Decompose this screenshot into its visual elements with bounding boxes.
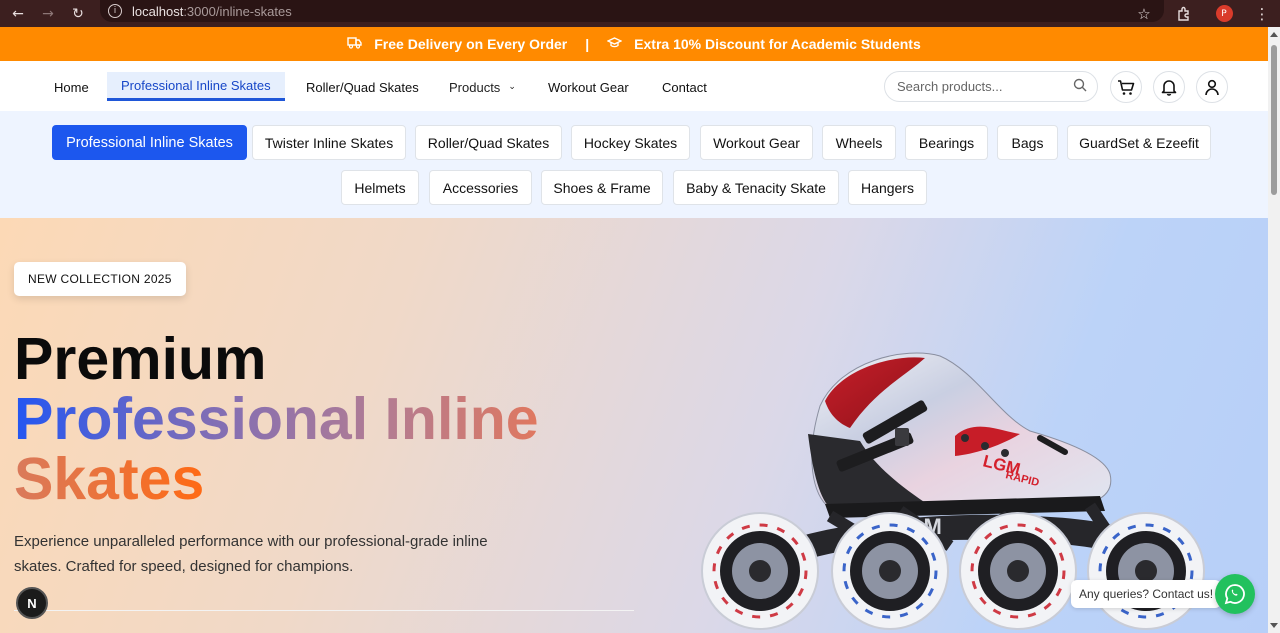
- chevron-down-icon: ⌄: [508, 82, 516, 92]
- nav-roller-quad-skates[interactable]: Roller/Quad Skates: [292, 72, 433, 102]
- user-icon[interactable]: [1196, 71, 1228, 103]
- main-navigation: Home Professional Inline Skates Roller/Q…: [0, 61, 1268, 111]
- graduation-cap-icon: [606, 36, 623, 52]
- nav-products-label: Products: [449, 79, 501, 95]
- category-bags[interactable]: Bags: [997, 125, 1058, 160]
- nav-contact[interactable]: Contact: [648, 72, 721, 102]
- info-icon[interactable]: i: [108, 4, 122, 18]
- whatsapp-button[interactable]: [1215, 574, 1255, 614]
- category-professional-inline-skates[interactable]: Professional Inline Skates: [52, 125, 247, 160]
- nav-home[interactable]: Home: [40, 72, 103, 102]
- category-roller-quad-skates[interactable]: Roller/Quad Skates: [415, 125, 562, 160]
- promo-bar: Free Delivery on Every Order | Extra 10%…: [0, 27, 1268, 61]
- browser-toolbar: ← → ↻ i localhost:3000/inline-skates ☆ P…: [0, 0, 1280, 27]
- search-box: [884, 71, 1098, 102]
- extensions-icon[interactable]: [1164, 6, 1204, 22]
- category-hockey-skates[interactable]: Hockey Skates: [571, 125, 690, 160]
- search-icon[interactable]: [1073, 78, 1087, 96]
- nav-professional-inline-skates[interactable]: Professional Inline Skates: [107, 72, 285, 101]
- nav-products-dropdown[interactable]: Products ⌄: [435, 72, 530, 102]
- profile-avatar[interactable]: P: [1204, 5, 1244, 22]
- category-shoes-frame[interactable]: Shoes & Frame: [541, 170, 663, 205]
- url-text: localhost:3000/inline-skates: [132, 3, 292, 19]
- bell-icon[interactable]: [1153, 71, 1185, 103]
- category-accessories[interactable]: Accessories: [429, 170, 532, 205]
- scroll-thumb[interactable]: [1271, 45, 1277, 195]
- reload-icon[interactable]: ↻: [63, 0, 93, 27]
- category-twister-inline-skates[interactable]: Twister Inline Skates: [252, 125, 406, 160]
- contact-tooltip[interactable]: Any queries? Contact us!: [1071, 580, 1222, 608]
- cart-icon[interactable]: [1110, 71, 1142, 103]
- nav-workout-gear[interactable]: Workout Gear: [534, 72, 643, 102]
- promo-separator: |: [585, 36, 590, 52]
- back-icon[interactable]: ←: [3, 0, 33, 27]
- new-collection-badge: NEW COLLECTION 2025: [14, 262, 186, 296]
- category-guardset-ezeefit[interactable]: GuardSet & Ezeefit: [1067, 125, 1211, 160]
- menu-icon[interactable]: ⋮: [1244, 5, 1280, 23]
- category-hangers[interactable]: Hangers: [848, 170, 927, 205]
- hero-divider: [14, 610, 634, 611]
- hero-title-line-1: Premium: [14, 326, 267, 392]
- next-dev-indicator[interactable]: N: [16, 587, 48, 619]
- promo-delivery-text: Free Delivery on Every Order: [374, 36, 568, 52]
- category-bearings[interactable]: Bearings: [905, 125, 988, 160]
- truck-icon: [347, 36, 362, 52]
- address-bar[interactable]: i localhost:3000/inline-skates: [100, 0, 1164, 22]
- category-helmets[interactable]: Helmets: [341, 170, 419, 205]
- category-baby-tenacity-skate[interactable]: Baby & Tenacity Skate: [673, 170, 839, 205]
- hero-title-line-3: Skates: [14, 446, 205, 512]
- star-icon[interactable]: ☆: [1124, 5, 1164, 23]
- search-input[interactable]: [897, 79, 1073, 94]
- category-wheels[interactable]: Wheels: [822, 125, 896, 160]
- scroll-up-arrow[interactable]: [1270, 32, 1278, 37]
- hero-title-line-2: Professional Inline: [14, 386, 539, 452]
- whatsapp-icon: [1224, 584, 1245, 605]
- category-workout-gear[interactable]: Workout Gear: [700, 125, 813, 160]
- promo-discount-text: Extra 10% Discount for Academic Students: [634, 36, 921, 52]
- scroll-down-arrow[interactable]: [1270, 623, 1278, 628]
- hero-description: Experience unparalleled performance with…: [14, 533, 488, 575]
- hero-section: NEW COLLECTION 2025 Premium Professional…: [0, 218, 1268, 633]
- category-bar: Professional Inline Skates Twister Inlin…: [0, 111, 1268, 218]
- page-scrollbar[interactable]: [1268, 27, 1280, 633]
- forward-icon[interactable]: →: [33, 0, 63, 27]
